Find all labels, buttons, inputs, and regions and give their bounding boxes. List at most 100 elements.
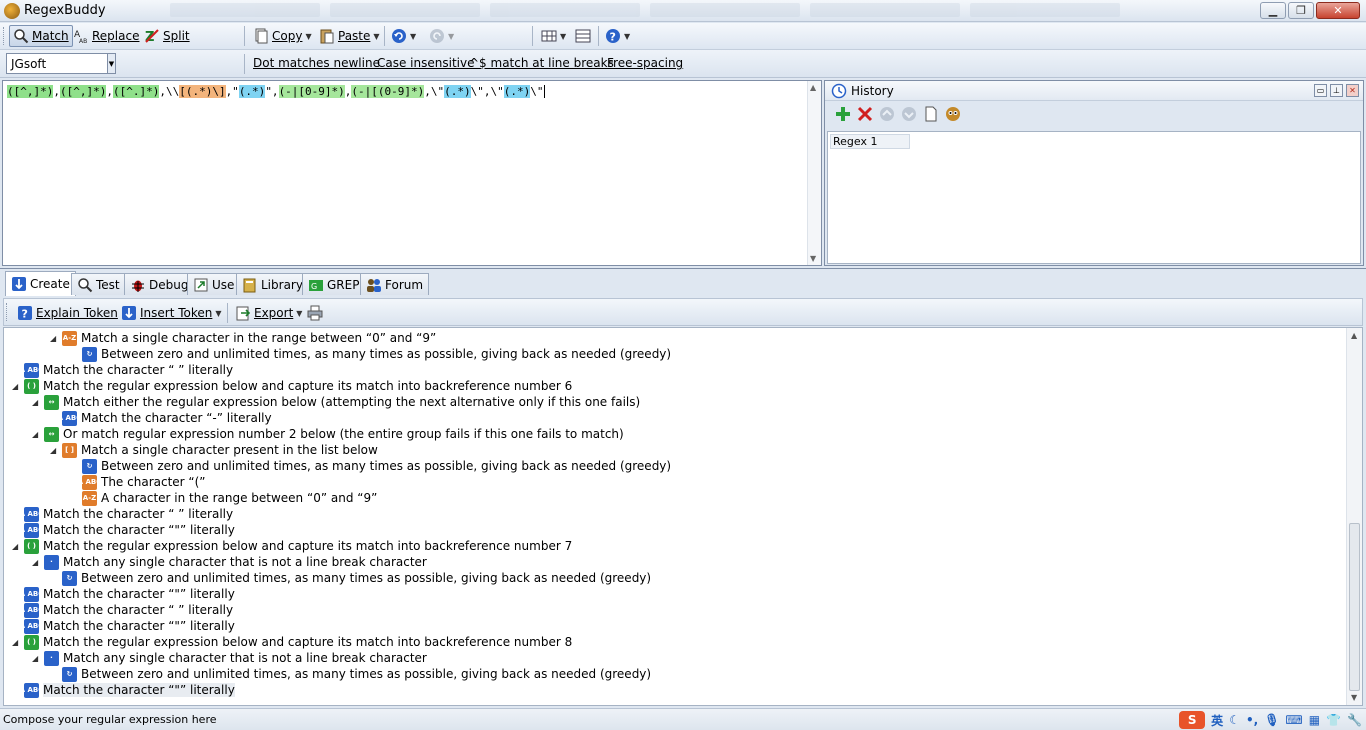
move-down-icon[interactable] — [901, 106, 917, 122]
regex-token[interactable]: (.*) — [503, 85, 531, 98]
ime-language[interactable]: 英 — [1211, 712, 1223, 729]
regex-token[interactable]: \",\" — [471, 85, 504, 98]
explain-token-button[interactable]: ? Explain Token — [14, 302, 121, 324]
insert-token-button[interactable]: Insert Token ▼ — [118, 302, 225, 324]
expand-toggle-icon[interactable]: ◢ — [32, 558, 38, 567]
tree-row[interactable]: A ABC Match the character “"” literally — [20, 522, 235, 538]
tab-use[interactable]: Use — [187, 273, 241, 295]
panes-button[interactable] — [572, 25, 594, 47]
expand-toggle-icon[interactable]: ◢ — [32, 398, 38, 407]
replace-button[interactable]: A AB Replace — [70, 25, 142, 47]
tree-row[interactable]: A ABC Match the character “ ” literally — [20, 362, 233, 378]
scroll-thumb[interactable] — [1349, 523, 1360, 691]
ime-logo-icon[interactable]: S — [1179, 711, 1206, 729]
tab-library[interactable]: Library — [236, 273, 309, 295]
tree-row[interactable]: ◢ ↔ Or match regular expression number 2 b… — [32, 426, 624, 442]
expand-toggle-icon[interactable]: ◢ — [32, 654, 38, 663]
tab-forum[interactable]: Forum — [360, 273, 430, 295]
tree-row[interactable]: ↻ Between zero and unlimited times, as ma… — [82, 346, 671, 362]
tree-row[interactable]: A ABC Match the character “"” literally — [20, 682, 235, 698]
new-document-icon[interactable] — [923, 106, 939, 122]
delete-icon[interactable] — [857, 106, 873, 122]
tree-row[interactable]: ◢ ( ) Match the regular expression below a… — [12, 634, 572, 650]
tree-row[interactable]: ◢ · Match any single character that is not… — [32, 554, 427, 570]
expand-toggle-icon[interactable]: ◢ — [12, 542, 18, 551]
tab-grep[interactable]: G GREP — [302, 273, 366, 295]
tree-row[interactable]: A ABC Match the character “ ” literally — [20, 506, 233, 522]
regex-token[interactable]: ", — [265, 85, 278, 98]
minimize-icon[interactable]: ▁ — [1260, 2, 1286, 19]
tab-test[interactable]: Test — [71, 273, 126, 295]
regex-text[interactable]: ([^,]*),([^,]*),([^.]*),\\[(.*)\],"(.*)"… — [7, 85, 545, 99]
flavor-select[interactable]: JGsoft ▼ — [6, 53, 116, 74]
regex-tree[interactable]: ◢ A-Z Match a single character in the rang… — [3, 327, 1363, 706]
regex-token[interactable]: (.*) — [238, 85, 266, 98]
expand-toggle-icon[interactable]: ◢ — [50, 446, 56, 455]
buddy-icon[interactable] — [945, 106, 961, 122]
punctuation-icon[interactable]: •, — [1246, 713, 1258, 727]
regex-token[interactable]: (-|[0-9]*) — [278, 85, 345, 98]
tree-row[interactable]: A ABC The character “(” — [78, 474, 206, 490]
moon-icon[interactable]: ☾ — [1229, 713, 1240, 727]
tree-row[interactable]: ↻ Between zero and unlimited times, as ma… — [82, 458, 671, 474]
expand-toggle-icon[interactable]: ◢ — [50, 334, 56, 343]
regex-token[interactable]: ([^,]*) — [59, 85, 107, 98]
split-button[interactable]: Z Split — [141, 25, 193, 47]
pane-menu-icon[interactable]: ▭ — [1314, 84, 1327, 97]
scroll-down-icon[interactable]: ▼ — [810, 254, 816, 263]
paste-button[interactable]: Paste ▼ — [316, 25, 383, 47]
dot-matches-newline-toggle[interactable]: Dot matches newline — [253, 56, 380, 70]
keyboard-icon[interactable]: ⌨ — [1285, 713, 1302, 727]
tree-row[interactable]: A ABC Match the character “ ” literally — [20, 602, 233, 618]
move-up-icon[interactable] — [879, 106, 895, 122]
copy-button[interactable]: Copy ▼ — [250, 25, 315, 47]
regex-token[interactable]: (-|[(0-9]*) — [351, 85, 425, 98]
regex-editor[interactable]: ([^,]*),([^,]*),([^.]*),\\[(.*)\],"(.*)"… — [2, 80, 822, 266]
tree-row[interactable]: ◢ A-Z Match a single character in the rang… — [50, 330, 436, 346]
regex-token[interactable]: ," — [226, 85, 239, 98]
expand-toggle-icon[interactable]: ◢ — [12, 638, 18, 647]
tree-scrollbar[interactable]: ▲ ▼ — [1346, 328, 1362, 705]
expand-toggle-icon[interactable]: ◢ — [32, 430, 38, 439]
multiline-toggle[interactable]: ^$ match at line breaks — [469, 56, 614, 70]
regex-token[interactable]: \" — [530, 85, 545, 98]
tree-row[interactable]: ↻ Between zero and unlimited times, as ma… — [62, 570, 651, 586]
wrench-icon[interactable]: 🔧 — [1347, 713, 1362, 727]
editor-scrollbar[interactable]: ▲ ▼ — [807, 81, 821, 265]
regex-token[interactable]: ,\" — [424, 85, 444, 98]
export-button[interactable]: Export ▼ — [232, 302, 305, 324]
case-insensitive-toggle[interactable]: Case insensitive — [377, 56, 474, 70]
maximize-icon[interactable]: ❐ — [1288, 2, 1314, 19]
regex-token[interactable]: (.*) — [444, 85, 471, 98]
add-icon[interactable] — [835, 106, 851, 122]
pin-icon[interactable]: ⊥ — [1330, 84, 1343, 97]
toolbar-grip[interactable] — [3, 27, 6, 45]
regex-token[interactable]: , — [106, 85, 113, 98]
regex-token[interactable]: ,\\ — [159, 85, 179, 98]
tree-row[interactable]: ↻ Between zero and unlimited times, as ma… — [62, 666, 651, 682]
undo-button[interactable]: ▼ — [388, 25, 419, 47]
redo-button[interactable]: ▼ — [426, 25, 457, 47]
tree-row[interactable]: A ABC Match the character “-” literally — [58, 410, 272, 426]
tab-debug[interactable]: Debug — [124, 273, 195, 295]
history-item[interactable]: Regex 1 — [830, 134, 910, 149]
layout-button[interactable]: ▼ — [538, 25, 569, 47]
tree-row[interactable]: ◢ ( ) Match the regular expression below a… — [12, 378, 572, 394]
tree-row[interactable]: ◢ [ ] Match a single character present in … — [50, 442, 378, 458]
print-button[interactable] — [304, 302, 326, 324]
tree-row[interactable]: ◢ · Match any single character that is not… — [32, 650, 427, 666]
tab-create[interactable]: Create — [5, 271, 76, 296]
scroll-up-icon[interactable]: ▲ — [1351, 331, 1357, 340]
help-button[interactable]: ? ▼ — [602, 25, 633, 47]
tree-row[interactable]: A ABC Match the character “"” literally — [20, 618, 235, 634]
regex-token[interactable]: ([^.]*) — [112, 85, 160, 98]
tree-row[interactable]: ◢ ( ) Match the regular expression below a… — [12, 538, 572, 554]
pane-close-icon[interactable]: ✕ — [1346, 84, 1359, 97]
scroll-up-icon[interactable]: ▲ — [810, 83, 816, 92]
microphone-icon[interactable]: 🎙 — [1264, 713, 1279, 727]
free-spacing-toggle[interactable]: Free-spacing — [607, 56, 683, 70]
match-button[interactable]: Match — [9, 25, 73, 47]
tree-row[interactable]: A-Z A character in the range between “0” … — [82, 490, 377, 506]
scroll-down-icon[interactable]: ▼ — [1351, 693, 1357, 702]
tree-row[interactable]: A ABC Match the character “"” literally — [20, 586, 235, 602]
